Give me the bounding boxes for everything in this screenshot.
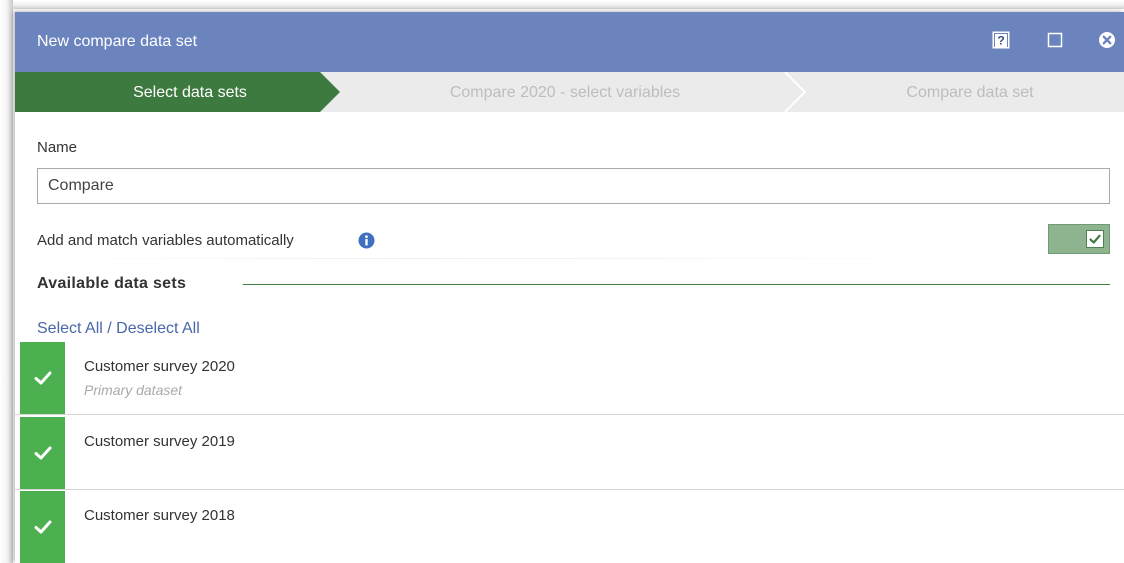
dialog-title: New compare data set — [37, 33, 198, 50]
step-compare-data-set[interactable]: Compare data set — [825, 83, 1115, 103]
section-divider — [243, 284, 1110, 285]
checkmark-icon — [34, 520, 52, 534]
link-separator: / — [102, 320, 117, 337]
background-edge-top — [0, 0, 1124, 9]
dataset-subtitle: Primary dataset — [84, 382, 183, 398]
step-select-data-sets[interactable]: Select data sets — [75, 83, 305, 103]
toggle-check-icon — [1086, 230, 1104, 248]
step-select-variables[interactable]: Compare 2020 - select variables — [345, 83, 785, 103]
dataset-name: Customer survey 2018 — [84, 507, 235, 524]
auto-match-toggle[interactable] — [1048, 224, 1110, 254]
svg-text:?: ? — [997, 34, 1004, 48]
screen: New compare data set ? Select data sets … — [0, 0, 1124, 563]
info-icon[interactable] — [358, 232, 375, 249]
dataset-checkbox[interactable] — [20, 417, 65, 489]
background-edge-left — [0, 0, 13, 563]
dataset-checkbox[interactable] — [20, 342, 65, 414]
help-icon[interactable]: ? — [992, 31, 1010, 49]
select-all-link[interactable]: Select All — [37, 320, 103, 337]
dataset-name: Customer survey 2019 — [84, 433, 235, 450]
dialog-titlebar[interactable]: New compare data set ? — [15, 12, 1124, 72]
deselect-all-link[interactable]: Deselect All — [116, 320, 200, 337]
dataset-item[interactable]: Customer survey 2020 Primary dataset — [15, 342, 1124, 415]
dataset-item[interactable]: Customer survey 2019 — [15, 417, 1124, 490]
dataset-checkbox[interactable] — [20, 491, 65, 563]
checkmark-icon — [34, 446, 52, 460]
available-data-sets-heading: Available data sets — [37, 275, 195, 293]
maximize-icon[interactable] — [1046, 31, 1064, 49]
name-input[interactable] — [37, 168, 1110, 204]
wizard-steps: Select data sets Compare 2020 - select v… — [15, 72, 1124, 112]
dataset-item[interactable]: Customer survey 2018 — [15, 491, 1124, 563]
select-links: Select All / Deselect All — [37, 320, 200, 338]
auto-match-divider — [37, 258, 987, 259]
auto-match-label: Add and match variables automatically — [37, 232, 294, 249]
close-icon[interactable] — [1098, 31, 1116, 49]
compare-dialog: New compare data set ? Select data sets … — [15, 12, 1124, 563]
dataset-name: Customer survey 2020 — [84, 358, 235, 375]
checkmark-icon — [34, 371, 52, 385]
name-label: Name — [37, 139, 78, 156]
